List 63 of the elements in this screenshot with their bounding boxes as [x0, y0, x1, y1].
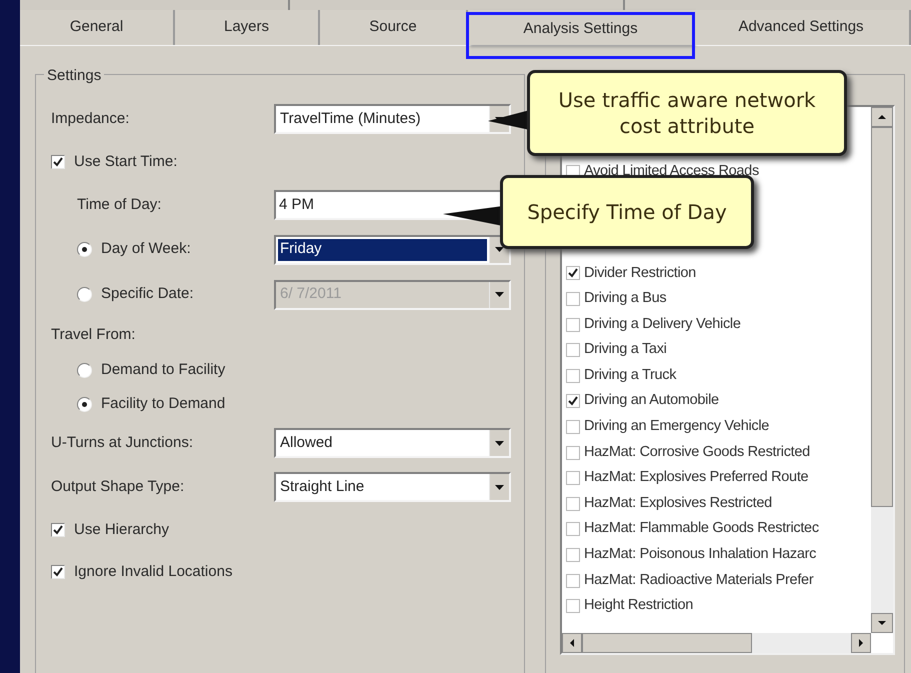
- checkbox[interactable]: [51, 523, 65, 537]
- checkbox[interactable]: [566, 548, 580, 562]
- field-label: U-Turns at Junctions:: [51, 432, 193, 453]
- scroll-up-icon[interactable]: [871, 107, 893, 127]
- checkbox[interactable]: [51, 565, 65, 579]
- list-item-label: HazMat: Poisonous Inhalation Hazarc: [584, 545, 816, 564]
- list-item-label: Driving a Delivery Vehicle: [584, 314, 741, 334]
- checkbox[interactable]: [566, 471, 580, 486]
- callout-pointer: [443, 204, 503, 228]
- checkbox[interactable]: [566, 420, 580, 434]
- list-item-label: Divider Restriction: [584, 264, 696, 283]
- scroll-thumb[interactable]: [582, 633, 752, 653]
- section-label: Travel From:: [51, 324, 136, 345]
- checkbox-label: Use Start Time:: [74, 152, 178, 172]
- dropdown[interactable]: TravelTime (Minutes): [274, 104, 511, 134]
- checkbox[interactable]: [566, 599, 580, 614]
- dropdown[interactable]: Friday: [274, 234, 511, 264]
- checkbox[interactable]: [566, 292, 580, 306]
- list-item-label: Driving a Bus: [584, 289, 666, 308]
- field-label: Impedance:: [51, 108, 130, 129]
- checkbox[interactable]: [566, 343, 580, 358]
- checkbox-label: Ignore Invalid Locations: [74, 562, 232, 582]
- checkbox[interactable]: [566, 496, 580, 511]
- scroll-down-icon[interactable]: [871, 613, 893, 633]
- checkbox[interactable]: [566, 266, 580, 280]
- radio-button[interactable]: [77, 287, 92, 302]
- checkbox[interactable]: [566, 368, 580, 383]
- checkbox[interactable]: [51, 155, 65, 169]
- list-item-label: Driving an Emergency Vehicle: [584, 417, 770, 436]
- radio-button[interactable]: [77, 396, 92, 412]
- field-label: Output Shape Type:: [51, 476, 184, 497]
- radio-button[interactable]: [77, 362, 92, 378]
- callout-tooltip: Use traffic aware network cost attribute: [527, 70, 847, 156]
- checkbox[interactable]: [566, 318, 580, 332]
- list-item-label: Height Restriction: [584, 596, 694, 616]
- checkbox[interactable]: [566, 522, 580, 536]
- checkbox[interactable]: [566, 574, 580, 588]
- callout-tooltip: Specify Time of Day: [500, 175, 754, 249]
- list-item-label: HazMat: Explosives Preferred Route: [584, 468, 808, 488]
- vertical-scrollbar[interactable]: [871, 107, 893, 633]
- list-item-label: Driving an Automobile: [584, 391, 719, 410]
- field-label: Time of Day:: [77, 194, 162, 215]
- radio-label: Facility to Demand: [101, 394, 226, 414]
- radio-label: Day of Week:: [101, 239, 191, 260]
- checkbox[interactable]: [566, 446, 580, 460]
- scroll-right-icon[interactable]: [851, 633, 871, 653]
- checkbox[interactable]: [566, 394, 580, 408]
- radio-label: Specific Date:: [101, 284, 194, 304]
- list-item-label: HazMat: Corrosive Goods Restricted: [584, 442, 810, 462]
- list-item-label: HazMat: Explosives Restricted: [584, 494, 772, 513]
- horizontal-scrollbar[interactable]: [562, 633, 871, 653]
- checkbox-label: Use Hierarchy: [74, 520, 170, 540]
- scroll-left-icon[interactable]: [562, 633, 582, 653]
- dropdown[interactable]: Straight Line: [274, 472, 511, 502]
- scroll-thumb[interactable]: [871, 127, 893, 507]
- list-item-label: Driving a Truck: [584, 366, 676, 385]
- list-item-label: HazMat: Radioactive Materials Prefer: [584, 570, 814, 590]
- dropdown[interactable]: Allowed: [274, 428, 511, 458]
- radio-button[interactable]: [77, 242, 92, 257]
- tab[interactable]: Analysis Settings: [468, 10, 693, 45]
- list-item-label: HazMat: Flammable Goods Restrictec: [584, 519, 819, 538]
- list-item-label: Driving a Taxi: [584, 340, 667, 360]
- radio-label: Demand to Facility: [101, 360, 226, 380]
